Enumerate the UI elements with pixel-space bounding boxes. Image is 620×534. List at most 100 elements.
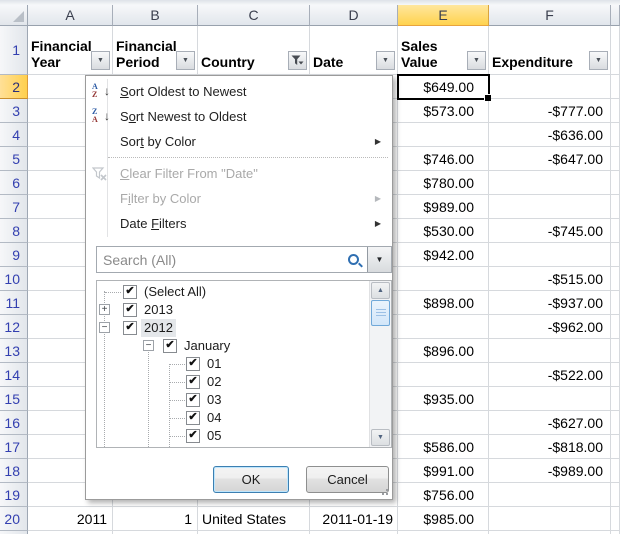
tree-scrollbar[interactable]: ▲ ▼ bbox=[369, 281, 391, 447]
row-header-8[interactable]: 8 bbox=[0, 219, 28, 243]
cell-F11[interactable]: -$937.00 bbox=[489, 291, 611, 315]
tree-item-label[interactable]: 05 bbox=[204, 427, 224, 445]
filter-applied-button-country[interactable] bbox=[288, 51, 307, 70]
column-header-g[interactable] bbox=[611, 5, 620, 26]
filter-dropdown-button-sales-value[interactable]: ▼ bbox=[467, 51, 486, 70]
cell-E13[interactable]: $896.00 bbox=[398, 339, 489, 363]
cell-G7[interactable] bbox=[611, 195, 620, 219]
filter-dropdown-button-financial-period[interactable]: ▼ bbox=[176, 51, 195, 70]
cell-D20[interactable]: 2011-01-19 bbox=[310, 507, 398, 531]
scroll-down-button[interactable]: ▼ bbox=[371, 429, 390, 446]
menu-item-date-filters[interactable]: Date Filters▶ bbox=[87, 211, 391, 236]
tree-item-label[interactable]: 2012 bbox=[141, 319, 176, 337]
cell-C20[interactable]: United States bbox=[198, 507, 310, 531]
column-header-cell-financial-period[interactable]: Financial Period ▼ bbox=[113, 26, 198, 75]
collapse-minus-icon[interactable]: − bbox=[143, 340, 154, 351]
column-header-f[interactable]: F bbox=[489, 5, 611, 26]
column-header-b[interactable]: B bbox=[113, 5, 198, 26]
row-header-19[interactable]: 19 bbox=[0, 483, 28, 507]
resize-grip[interactable] bbox=[386, 493, 388, 495]
tree-item-clipped[interactable] bbox=[97, 445, 369, 448]
tree-item-01[interactable]: ✔01 bbox=[97, 355, 369, 373]
tree-item-2012[interactable]: − ✔ 2012 bbox=[97, 319, 369, 337]
cell-F7[interactable] bbox=[489, 195, 611, 219]
menu-item-sort-oldest-to-newest[interactable]: Sort Oldest to NewestAZ↓ bbox=[87, 79, 391, 104]
row-header-6[interactable]: 6 bbox=[0, 171, 28, 195]
checkbox-05[interactable]: ✔ bbox=[186, 429, 200, 443]
cell-F10[interactable]: -$515.00 bbox=[489, 267, 611, 291]
cell-F15[interactable] bbox=[489, 387, 611, 411]
column-header-cell-date[interactable]: Date ▼ bbox=[310, 26, 398, 75]
cell-F18[interactable]: -$989.00 bbox=[489, 459, 611, 483]
row-header-15[interactable]: 15 bbox=[0, 387, 28, 411]
filter-dropdown-button-date[interactable]: ▼ bbox=[376, 51, 395, 70]
checkbox-04[interactable]: ✔ bbox=[186, 411, 200, 425]
tree-item-label[interactable]: 03 bbox=[204, 391, 224, 409]
column-header-cell-sales-value[interactable]: Sales Value ▼ bbox=[398, 26, 489, 75]
cell-F4[interactable]: -$636.00 bbox=[489, 123, 611, 147]
cell-F9[interactable] bbox=[489, 243, 611, 267]
cell-G10[interactable] bbox=[611, 267, 620, 291]
tree-item-05[interactable]: ✔ 05 bbox=[97, 427, 369, 445]
cell-E8[interactable]: $530.00 bbox=[398, 219, 489, 243]
search-scope-dropdown-button[interactable]: ▼ bbox=[367, 247, 391, 272]
row-header-2[interactable]: 2 bbox=[0, 75, 28, 99]
cell-G5[interactable] bbox=[611, 147, 620, 171]
cell-G15[interactable] bbox=[611, 387, 620, 411]
row-header-16[interactable]: 16 bbox=[0, 411, 28, 435]
cancel-button[interactable]: Cancel bbox=[306, 466, 389, 493]
cell-E11[interactable]: $898.00 bbox=[398, 291, 489, 315]
cell-G9[interactable] bbox=[611, 243, 620, 267]
row-header-13[interactable]: 13 bbox=[0, 339, 28, 363]
row-header-1[interactable]: 1 bbox=[0, 26, 28, 75]
cell-F17[interactable]: -$818.00 bbox=[489, 435, 611, 459]
cell-G16[interactable] bbox=[611, 411, 620, 435]
row-header-4[interactable]: 4 bbox=[0, 123, 28, 147]
cell-G17[interactable] bbox=[611, 435, 620, 459]
cell-E7[interactable]: $989.00 bbox=[398, 195, 489, 219]
cell-E5[interactable]: $746.00 bbox=[398, 147, 489, 171]
column-header-c[interactable]: C bbox=[198, 5, 310, 26]
cell-E6[interactable]: $780.00 bbox=[398, 171, 489, 195]
filter-dropdown-button-expenditure[interactable]: ▼ bbox=[589, 51, 608, 70]
cell-G13[interactable] bbox=[611, 339, 620, 363]
cell-F5[interactable]: -$647.00 bbox=[489, 147, 611, 171]
tree-item-label[interactable]: 04 bbox=[204, 409, 224, 427]
tree-item-02[interactable]: ✔02 bbox=[97, 373, 369, 391]
menu-item-sort-newest-to-oldest[interactable]: Sort Newest to OldestZA↓ bbox=[87, 104, 391, 129]
cell-G18[interactable] bbox=[611, 459, 620, 483]
expand-plus-icon[interactable]: + bbox=[99, 304, 110, 315]
column-header-d[interactable]: D bbox=[310, 5, 398, 26]
tree-item-04[interactable]: ✔ 04 bbox=[97, 409, 369, 427]
cell-F16[interactable]: -$627.00 bbox=[489, 411, 611, 435]
collapse-minus-icon[interactable]: − bbox=[99, 322, 110, 333]
cell-E10[interactable] bbox=[398, 267, 489, 291]
column-header-cell-country[interactable]: Country bbox=[198, 26, 310, 75]
cell-F6[interactable] bbox=[489, 171, 611, 195]
column-header-cell-financial-year[interactable]: Financial Year ▼ bbox=[28, 26, 113, 75]
tree-item-label[interactable]: 02 bbox=[204, 373, 224, 391]
row-header-5[interactable]: 5 bbox=[0, 147, 28, 171]
tree-item-january[interactable]: −✔January bbox=[97, 337, 369, 355]
scroll-up-button[interactable]: ▲ bbox=[371, 282, 390, 299]
row-header-3[interactable]: 3 bbox=[0, 99, 28, 123]
cell-E17[interactable]: $586.00 bbox=[398, 435, 489, 459]
cell-G4[interactable] bbox=[611, 123, 620, 147]
row-header-10[interactable]: 10 bbox=[0, 267, 28, 291]
tree-item-2013[interactable]: +✔2013 bbox=[97, 301, 369, 319]
ok-button[interactable]: OK bbox=[213, 466, 289, 493]
tree-item-label[interactable]: 2013 bbox=[141, 301, 176, 319]
column-header-e[interactable]: E bbox=[398, 5, 489, 26]
checkbox-03[interactable]: ✔ bbox=[186, 393, 200, 407]
search-input[interactable] bbox=[97, 247, 349, 272]
column-header-a[interactable]: A bbox=[28, 5, 113, 26]
row-header-18[interactable]: 18 bbox=[0, 459, 28, 483]
row-header-20[interactable]: 20 bbox=[0, 507, 28, 531]
cell-G2[interactable] bbox=[611, 75, 620, 99]
row-header-11[interactable]: 11 bbox=[0, 291, 28, 315]
checkbox-clipped[interactable] bbox=[186, 447, 200, 448]
cell-F2[interactable] bbox=[489, 75, 611, 99]
checkbox-2012[interactable]: ✔ bbox=[123, 321, 137, 335]
cell-E9[interactable]: $942.00 bbox=[398, 243, 489, 267]
cell-E19[interactable]: $756.00 bbox=[398, 483, 489, 507]
